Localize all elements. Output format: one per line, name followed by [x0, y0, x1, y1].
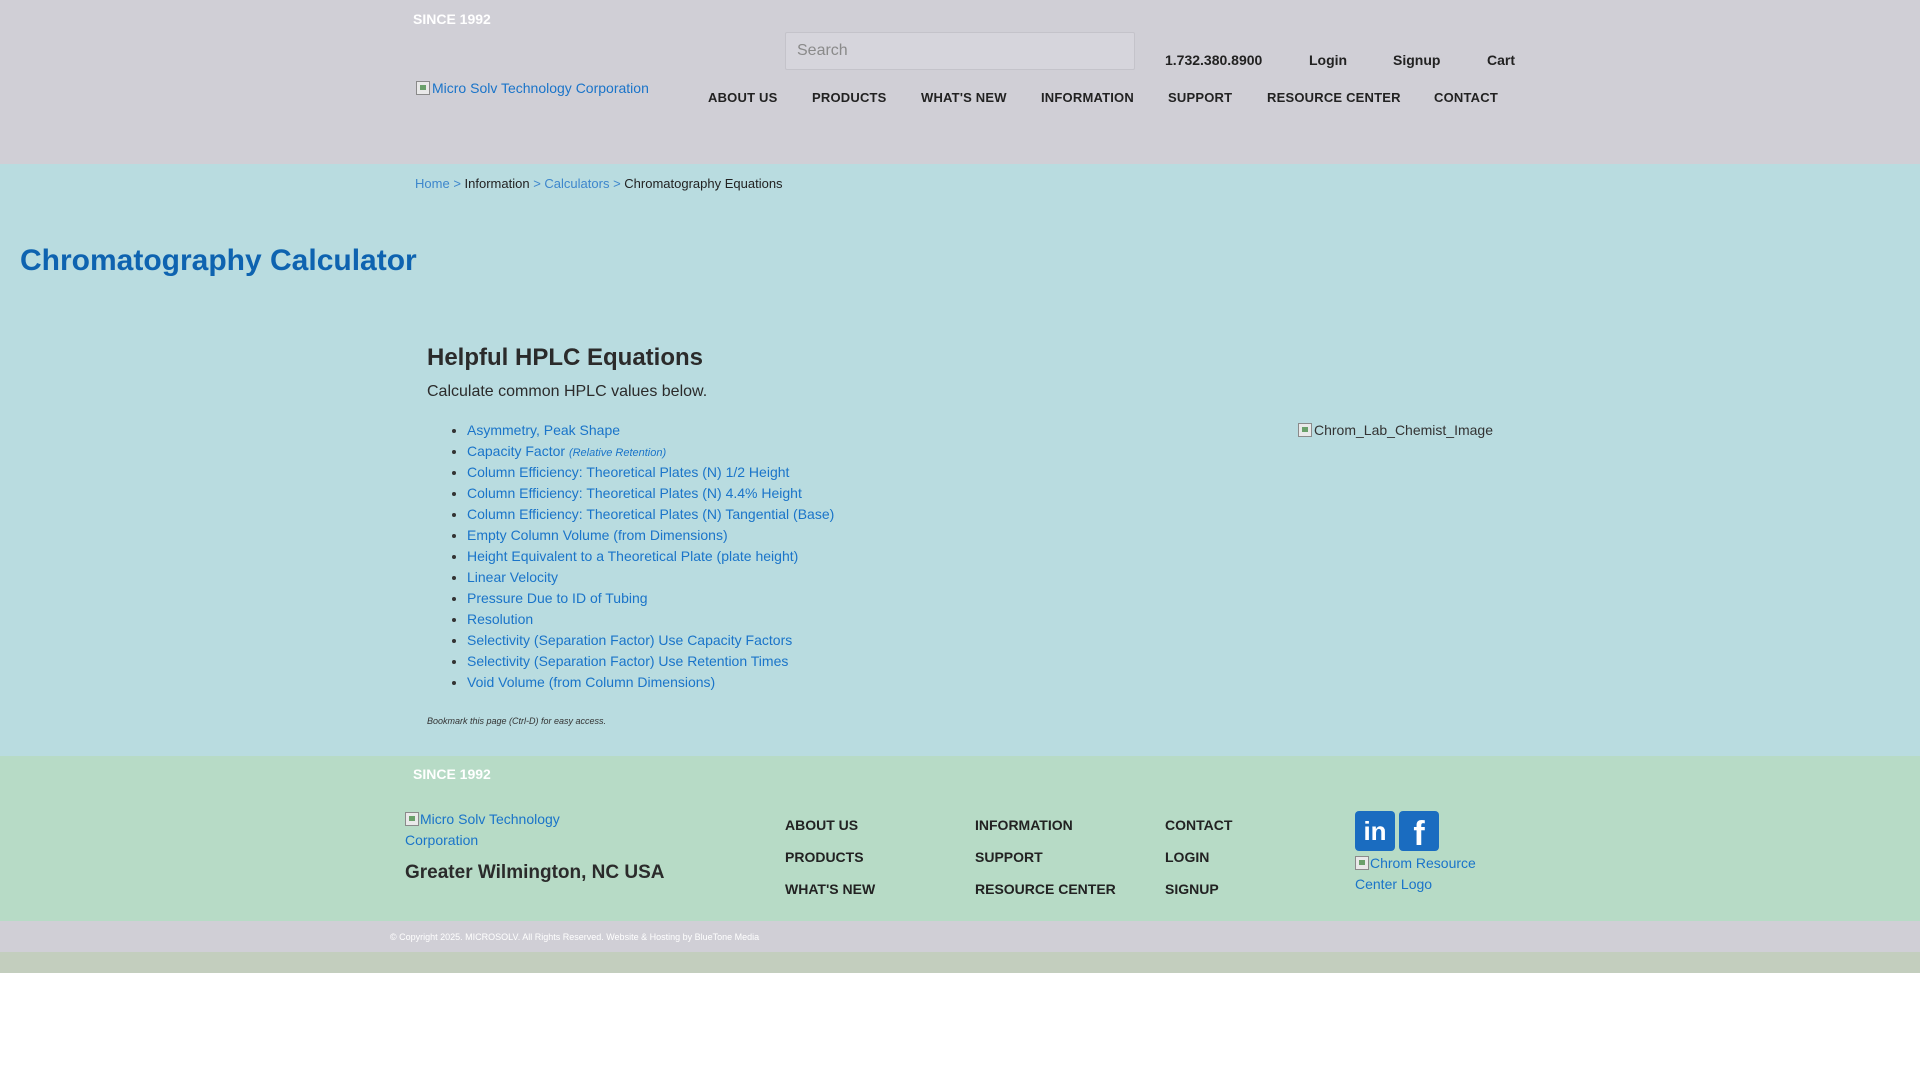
- nav-contact[interactable]: CONTACT: [1434, 90, 1498, 105]
- nav-information[interactable]: INFORMATION: [1041, 90, 1134, 105]
- list-item: Column Efficiency: Theoretical Plates (N…: [467, 504, 834, 525]
- list-item: Pressure Due to ID of Tubing: [467, 588, 834, 609]
- footer-link-products[interactable]: PRODUCTS: [785, 849, 864, 865]
- nav-resource-center[interactable]: RESOURCE CENTER: [1267, 90, 1401, 105]
- footer-link-information[interactable]: INFORMATION: [975, 817, 1073, 833]
- list-item: Column Efficiency: Theoretical Plates (N…: [467, 462, 834, 483]
- breadcrumb-information: Information: [464, 176, 530, 191]
- company-logo[interactable]: Micro Solv Technology Corporation: [416, 80, 649, 96]
- bookmark-note: Bookmark this page (Ctrl-D) for easy acc…: [427, 716, 607, 726]
- calc-link-capacity-factor[interactable]: Capacity Factor: [467, 443, 565, 459]
- calc-link-plates-tangential[interactable]: Column Efficiency: Theoretical Plates (N…: [467, 506, 834, 522]
- footer-link-contact[interactable]: CONTACT: [1165, 817, 1232, 833]
- breadcrumb-separator: >: [533, 176, 541, 191]
- footer-logo-alt-text: Micro Solv Technology Corporation: [405, 811, 560, 848]
- broken-image-icon: [1298, 423, 1312, 437]
- since-label: SINCE 1992: [413, 766, 491, 782]
- calculator-list: Asymmetry, Peak Shape Capacity Factor (R…: [467, 420, 834, 693]
- section-intro: Calculate common HPLC values below.: [427, 383, 708, 400]
- logo-alt-text: Micro Solv Technology Corporation: [432, 80, 649, 96]
- footer-link-resource-center[interactable]: RESOURCE CENTER: [975, 881, 1116, 897]
- breadcrumb-current: Chromatography Equations: [624, 176, 783, 191]
- site-footer: [0, 756, 1920, 921]
- page-title: Chromatography Calculator: [20, 244, 417, 277]
- footer-link-login[interactable]: LOGIN: [1165, 849, 1209, 865]
- breadcrumb: Home > Information > Calculators > Chrom…: [415, 176, 783, 191]
- nav-about-us[interactable]: ABOUT US: [708, 90, 778, 105]
- list-item: Empty Column Volume (from Dimensions): [467, 525, 834, 546]
- facebook-icon[interactable]: f: [1399, 811, 1439, 853]
- calc-link-resolution[interactable]: Resolution: [467, 611, 533, 627]
- breadcrumb-separator: >: [613, 176, 621, 191]
- calc-link-selectivity-capacity[interactable]: Selectivity (Separation Factor) Use Capa…: [467, 632, 792, 648]
- list-item: Column Efficiency: Theoretical Plates (N…: [467, 483, 834, 504]
- calc-link-asymmetry[interactable]: Asymmetry, Peak Shape: [467, 422, 620, 438]
- section-heading: Helpful HPLC Equations: [427, 344, 703, 371]
- footer-company-logo[interactable]: Micro Solv Technology Corporation: [405, 809, 575, 851]
- nav-whats-new[interactable]: WHAT'S NEW: [921, 90, 1007, 105]
- search-input[interactable]: [785, 32, 1135, 70]
- calc-link-hetp[interactable]: Height Equivalent to a Theoretical Plate…: [467, 548, 798, 564]
- calc-link-linear-velocity[interactable]: Linear Velocity: [467, 569, 558, 585]
- nav-products[interactable]: PRODUCTS: [812, 90, 887, 105]
- list-item: Linear Velocity: [467, 567, 834, 588]
- calc-link-selectivity-retention[interactable]: Selectivity (Separation Factor) Use Rete…: [467, 653, 788, 669]
- footer-link-whats-new[interactable]: WHAT'S NEW: [785, 881, 875, 897]
- calc-link-void-volume[interactable]: Void Volume (from Column Dimensions): [467, 674, 715, 690]
- list-item: Capacity Factor (Relative Retention): [467, 441, 834, 462]
- footer-link-signup[interactable]: SIGNUP: [1165, 881, 1219, 897]
- chrom-logo-alt-text: Chrom Resource Center Logo: [1355, 855, 1476, 892]
- list-item: Selectivity (Separation Factor) Use Rete…: [467, 651, 834, 672]
- list-item: Height Equivalent to a Theoretical Plate…: [467, 546, 834, 567]
- footer-link-about-us[interactable]: ABOUT US: [785, 817, 858, 833]
- calc-link-pressure-tubing[interactable]: Pressure Due to ID of Tubing: [467, 590, 648, 606]
- breadcrumb-separator: >: [453, 176, 461, 191]
- calc-link-plates-4-4-height[interactable]: Column Efficiency: Theoretical Plates (N…: [467, 485, 802, 501]
- phone-link[interactable]: 1.732.380.8900: [1165, 52, 1262, 68]
- site-header: [0, 0, 1920, 164]
- breadcrumb-home[interactable]: Home: [415, 176, 450, 191]
- bottom-strip: [0, 952, 1920, 973]
- breadcrumb-calculators[interactable]: Calculators: [544, 176, 609, 191]
- list-item: Asymmetry, Peak Shape: [467, 420, 834, 441]
- chemist-image-alt: Chrom_Lab_Chemist_Image: [1314, 422, 1493, 438]
- chrom-resource-center-logo[interactable]: Chrom Resource Center Logo: [1355, 853, 1495, 895]
- broken-image-icon: [416, 81, 430, 95]
- login-link[interactable]: Login: [1309, 52, 1347, 68]
- copyright-bar: [0, 921, 1920, 952]
- broken-image-icon: [405, 812, 419, 826]
- footer-link-support[interactable]: SUPPORT: [975, 849, 1043, 865]
- calc-link-plates-half-height[interactable]: Column Efficiency: Theoretical Plates (N…: [467, 464, 789, 480]
- nav-support[interactable]: SUPPORT: [1168, 90, 1232, 105]
- signup-link[interactable]: Signup: [1393, 52, 1440, 68]
- footer-location: Greater Wilmington, NC USA: [405, 862, 665, 883]
- list-item: Selectivity (Separation Factor) Use Capa…: [467, 630, 834, 651]
- list-item: Resolution: [467, 609, 834, 630]
- linkedin-icon[interactable]: in: [1355, 811, 1395, 851]
- calc-link-capacity-note[interactable]: (Relative Retention): [569, 447, 666, 459]
- broken-image-icon: [1355, 856, 1369, 870]
- calc-link-empty-column-volume[interactable]: Empty Column Volume (from Dimensions): [467, 527, 728, 543]
- cart-link[interactable]: Cart: [1487, 52, 1515, 68]
- list-item: Void Volume (from Column Dimensions): [467, 672, 834, 693]
- chemist-image: Chrom_Lab_Chemist_Image: [1298, 422, 1493, 438]
- since-label: SINCE 1992: [413, 11, 491, 27]
- copyright-text: © Copyright 2025. MICROSOLV. All Rights …: [390, 932, 760, 942]
